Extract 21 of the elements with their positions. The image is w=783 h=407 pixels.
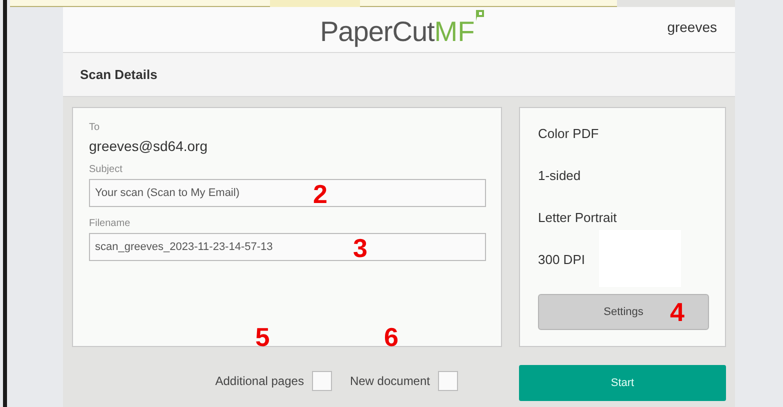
annotation-number: 6 xyxy=(384,324,398,350)
annotation-number: 5 xyxy=(255,324,270,350)
field-label: To xyxy=(89,122,101,133)
user-name: greeves xyxy=(667,18,717,34)
checkbox-label: Additional pages xyxy=(215,374,304,388)
checkbox[interactable] xyxy=(438,371,458,391)
setting-value: 300 DPI xyxy=(538,252,585,267)
annotation-number: 3 xyxy=(353,235,368,261)
field-label: Filename xyxy=(89,218,132,229)
annotation-number: 4 xyxy=(670,299,684,325)
logo-text: PaperCut xyxy=(320,15,434,49)
page-title: Scan Details xyxy=(80,67,158,82)
annotation-number: 2 xyxy=(313,181,328,207)
recipient-email: greeves@sd64.org xyxy=(89,138,209,154)
setting-value: Letter Portrait xyxy=(538,210,617,225)
logo-accent: MF xyxy=(434,15,475,49)
checkbox-label: New document xyxy=(350,374,430,388)
field-label: Subject xyxy=(89,164,124,175)
setting-value: 1-sided xyxy=(538,168,581,183)
checkbox[interactable] xyxy=(312,371,332,391)
setting-value: Color PDF xyxy=(538,126,599,141)
